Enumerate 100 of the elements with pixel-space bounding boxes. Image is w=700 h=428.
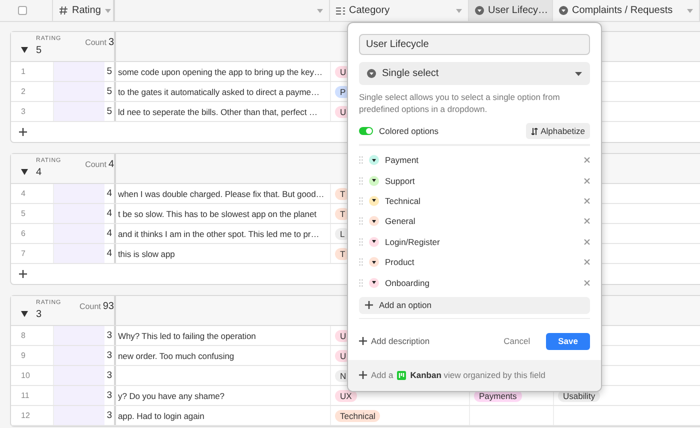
review-text: this is slow app	[118, 248, 175, 258]
cancel-button[interactable]: Cancel	[498, 335, 536, 348]
group-value: 4	[36, 167, 43, 178]
review-text: t be so slow. This has to be slowest app on the planet	[118, 208, 316, 218]
option-color-dot[interactable]	[369, 278, 379, 288]
column-header[interactable]: User Lifecy…	[469, 0, 553, 21]
rating-value: 3	[106, 370, 112, 381]
remove-icon[interactable]	[584, 157, 590, 164]
remove-icon[interactable]	[584, 198, 590, 204]
caret-icon[interactable]	[104, 8, 111, 12]
group-value: 3	[36, 309, 43, 320]
caret-icon	[575, 72, 582, 76]
count-value: 4	[108, 159, 114, 170]
remove-icon[interactable]	[584, 238, 590, 245]
row-number: 5	[21, 209, 26, 218]
rating-value: 5	[106, 66, 112, 77]
option-color-dot[interactable]	[369, 257, 379, 268]
option-color-dot[interactable]	[369, 216, 379, 226]
field-type-select[interactable]: Single select	[359, 62, 590, 85]
review-text: to the gates it automatically asked to direct a payme…	[118, 86, 320, 96]
review-text: when I was double charged. Please fix that. But good…	[118, 188, 324, 198]
count-label: Count	[85, 38, 106, 47]
row-number: 7	[21, 249, 26, 258]
row-number: 3	[21, 107, 26, 116]
row-number: 9	[21, 351, 26, 360]
add-description-button[interactable]: Add description	[359, 336, 498, 346]
review-text: app. Had to login again	[118, 410, 204, 420]
column-header[interactable]: Rating	[53, 0, 115, 21]
toggle-switch[interactable]	[359, 127, 373, 135]
kanban-icon	[397, 370, 406, 380]
option-label[interactable]: Product	[385, 257, 414, 268]
remove-icon[interactable]	[584, 178, 590, 184]
column-header[interactable]: Complaints / Requests	[553, 0, 700, 21]
row-number: 4	[21, 189, 26, 198]
group-value: 5	[36, 45, 43, 56]
remove-icon[interactable]	[584, 218, 590, 224]
row-number: 6	[21, 229, 26, 238]
remove-icon[interactable]	[584, 280, 590, 286]
add-row-icon[interactable]	[19, 128, 27, 136]
review-text: y? Do you have any shame?	[118, 390, 224, 400]
collapse-icon[interactable]	[21, 311, 28, 317]
rating-value: 3	[106, 350, 112, 361]
option-label[interactable]: Payment	[385, 155, 419, 166]
add-row-icon[interactable]	[19, 270, 27, 278]
add-option-button[interactable]: Add an option	[359, 296, 590, 314]
save-button[interactable]: Save	[546, 332, 590, 350]
sort-icon	[530, 128, 538, 134]
rating-value: 4	[106, 188, 112, 199]
rating-value: 4	[106, 248, 112, 259]
option-color-dot[interactable]	[369, 176, 379, 186]
rating-value: 5	[106, 86, 112, 97]
number-icon	[59, 6, 68, 15]
row-number: 2	[21, 87, 26, 96]
count-value: 93	[102, 301, 114, 312]
rating-value: 3	[106, 390, 112, 401]
select-all-checkbox[interactable]	[18, 6, 27, 15]
count-label: Count	[85, 160, 106, 169]
alphabetize-button[interactable]: Alphabetize	[526, 123, 590, 139]
option-label[interactable]: Onboarding	[385, 278, 430, 288]
count-value: 3	[108, 37, 114, 48]
row-number: 1	[21, 67, 26, 76]
review-text: Why? This led to failing the operation	[118, 330, 256, 340]
count-label: Count	[80, 302, 101, 311]
rating-value: 4	[106, 208, 112, 219]
option-color-dot[interactable]	[369, 196, 379, 206]
toggle-label: Colored options	[379, 126, 440, 136]
tag: UX	[335, 390, 357, 402]
review-text: new order. Too much confusing	[118, 350, 234, 360]
list-icon	[336, 6, 345, 14]
rating-value: 3	[106, 330, 112, 341]
option-color-dot[interactable]	[369, 155, 379, 166]
option-label[interactable]: Login/Register	[385, 236, 440, 247]
rating-value: 4	[106, 228, 112, 239]
plus-icon[interactable]	[359, 371, 367, 380]
field-type-description: Single select allows you to select a single option from predefined options in a dropdown.	[359, 91, 561, 115]
plus-icon[interactable]	[365, 301, 373, 310]
dropdown-circle-icon	[475, 6, 484, 15]
rating-value: 3	[106, 410, 112, 421]
plus-icon[interactable]	[359, 337, 367, 346]
caret-icon[interactable]	[456, 8, 462, 12]
review-text: ld nee to seperate the bills. Other than that, perfect …	[118, 106, 318, 116]
remove-icon[interactable]	[584, 259, 590, 266]
review-text: and it thinks I am in the other spot. This led me to pr…	[118, 228, 320, 238]
option-label[interactable]: Technical	[385, 196, 420, 206]
rating-value: 5	[106, 106, 112, 117]
footer-link[interactable]: Kanban view organized by this field	[410, 370, 546, 380]
row-number: 10	[21, 371, 30, 380]
option-label[interactable]: General	[385, 216, 416, 226]
field-name-input[interactable]: User Lifecycle	[359, 34, 590, 55]
caret-icon[interactable]	[687, 8, 693, 12]
option-label[interactable]: Support	[385, 176, 415, 186]
collapse-icon[interactable]	[21, 47, 28, 53]
row-number: 8	[21, 331, 26, 340]
caret-icon[interactable]	[317, 8, 323, 12]
row-number: 12	[21, 411, 30, 420]
dropdown-circle-icon	[559, 6, 568, 15]
option-color-dot[interactable]	[369, 236, 379, 247]
dropdown-circle-icon	[367, 69, 376, 78]
row-number: 11	[21, 391, 30, 400]
collapse-icon[interactable]	[21, 169, 28, 175]
